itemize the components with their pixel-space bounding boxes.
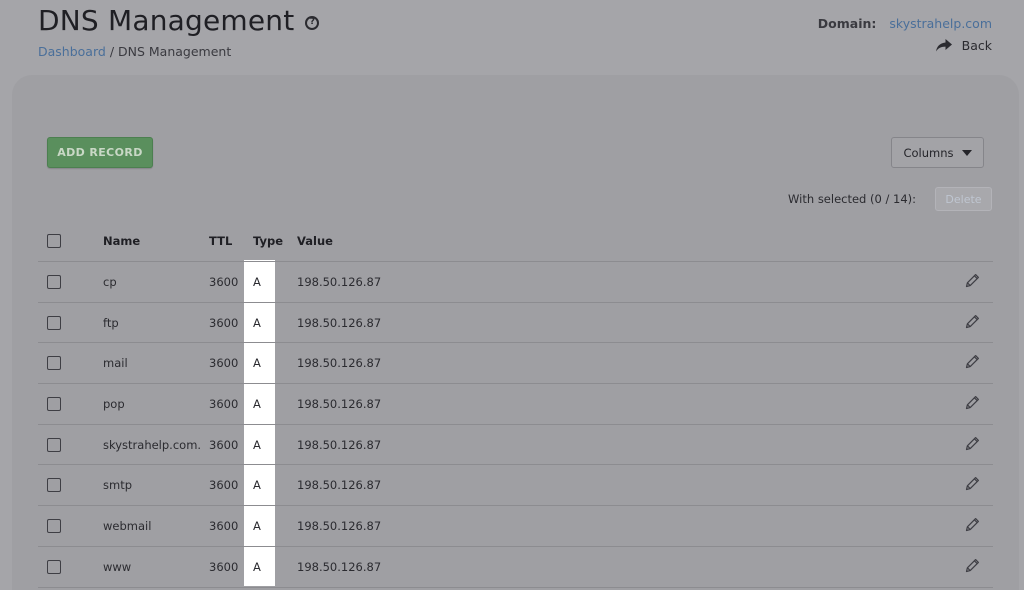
record-value: 198.50.126.87 — [297, 396, 382, 411]
record-value: 198.50.126.87 — [297, 315, 382, 330]
with-selected-label: With selected (0 / 14): — [788, 192, 916, 206]
row-checkbox[interactable] — [47, 396, 61, 411]
domain-label: Domain: — [817, 16, 877, 31]
table-row: webmail 3600 A 198.50.126.87 — [38, 506, 993, 547]
record-type: A — [253, 396, 261, 411]
pencil-icon[interactable] — [964, 272, 981, 292]
record-name: mail — [103, 356, 128, 371]
record-type: A — [253, 356, 261, 371]
record-value: 198.50.126.87 — [297, 437, 382, 452]
share-arrow-icon — [935, 39, 952, 52]
pencil-icon[interactable] — [964, 557, 981, 577]
column-header-ttl[interactable]: TTL — [209, 234, 232, 248]
record-name: ftp — [103, 315, 119, 330]
record-ttl: 3600 — [209, 559, 239, 574]
domain-info: Domain: skystrahelp.com — [818, 16, 992, 31]
row-checkbox[interactable] — [47, 518, 61, 533]
record-value: 198.50.126.87 — [297, 274, 382, 289]
columns-dropdown-button[interactable]: Columns — [891, 137, 984, 168]
row-checkbox[interactable] — [47, 478, 61, 493]
record-value: 198.50.126.87 — [297, 559, 382, 574]
table-row: www 3600 A 198.50.126.87 — [38, 547, 993, 588]
record-type: A — [253, 559, 261, 574]
record-ttl: 3600 — [209, 478, 239, 493]
pencil-icon[interactable] — [964, 516, 981, 536]
record-ttl: 3600 — [209, 356, 239, 371]
pencil-icon[interactable] — [964, 435, 981, 455]
breadcrumb: Dashboard / DNS Management — [38, 44, 231, 59]
record-ttl: 3600 — [209, 396, 239, 411]
record-name: smtp — [103, 478, 133, 493]
help-circle-icon[interactable]: ? — [305, 15, 320, 30]
row-checkbox[interactable] — [47, 559, 61, 574]
breadcrumb-dashboard-link[interactable]: Dashboard — [38, 44, 106, 59]
table-header-row: Name TTL Type Value — [38, 220, 993, 262]
record-name: www — [103, 559, 132, 574]
dns-records-table: Name TTL Type Value cp 3600 A 198.50.126.87… — [38, 220, 993, 588]
add-record-button[interactable]: ADD RECORD — [47, 137, 153, 168]
record-ttl: 3600 — [209, 274, 239, 289]
back-link[interactable]: Back — [935, 38, 992, 53]
record-name: pop — [103, 396, 125, 411]
table-row: mail 3600 A 198.50.126.87 — [38, 343, 993, 385]
table-row: ftp 3600 A 198.50.126.87 — [38, 303, 993, 344]
record-name: skystrahelp.com. — [103, 437, 202, 452]
pencil-icon[interactable] — [964, 313, 981, 333]
row-checkbox[interactable] — [47, 274, 61, 289]
row-checkbox[interactable] — [47, 437, 61, 452]
record-type: A — [253, 437, 261, 452]
record-value: 198.50.126.87 — [297, 478, 382, 493]
record-name: cp — [103, 274, 117, 289]
back-label: Back — [961, 38, 992, 53]
record-ttl: 3600 — [209, 315, 239, 330]
table-row: cp 3600 A 198.50.126.87 — [38, 262, 993, 303]
pencil-icon[interactable] — [964, 475, 981, 495]
column-header-value[interactable]: Value — [297, 234, 333, 248]
domain-link[interactable]: skystrahelp.com — [889, 16, 992, 31]
breadcrumb-separator: / — [109, 44, 115, 59]
record-type: A — [253, 518, 261, 533]
table-row: smtp 3600 A 198.50.126.87 — [38, 465, 993, 507]
record-type: A — [253, 478, 261, 493]
record-type: A — [253, 274, 261, 289]
record-name: webmail — [103, 518, 152, 533]
record-type: A — [253, 315, 261, 330]
caret-down-icon — [961, 149, 972, 156]
page-title-text: DNS Management — [38, 4, 295, 37]
row-checkbox[interactable] — [47, 356, 61, 371]
delete-button[interactable]: Delete — [935, 187, 992, 211]
record-ttl: 3600 — [209, 437, 239, 452]
table-row: skystrahelp.com. 3600 A 198.50.126.87 — [38, 425, 993, 466]
column-header-type[interactable]: Type — [253, 234, 283, 248]
table-row: pop 3600 A 198.50.126.87 — [38, 384, 993, 425]
pencil-icon[interactable] — [964, 353, 981, 373]
page-title: DNS Management ? — [38, 4, 320, 37]
breadcrumb-current: DNS Management — [118, 44, 232, 59]
row-checkbox[interactable] — [47, 315, 61, 330]
record-value: 198.50.126.87 — [297, 518, 382, 533]
pencil-icon[interactable] — [964, 394, 981, 414]
column-header-name[interactable]: Name — [103, 234, 140, 248]
select-all-checkbox[interactable] — [47, 233, 61, 248]
columns-label: Columns — [903, 145, 954, 160]
record-value: 198.50.126.87 — [297, 356, 382, 371]
record-ttl: 3600 — [209, 518, 239, 533]
